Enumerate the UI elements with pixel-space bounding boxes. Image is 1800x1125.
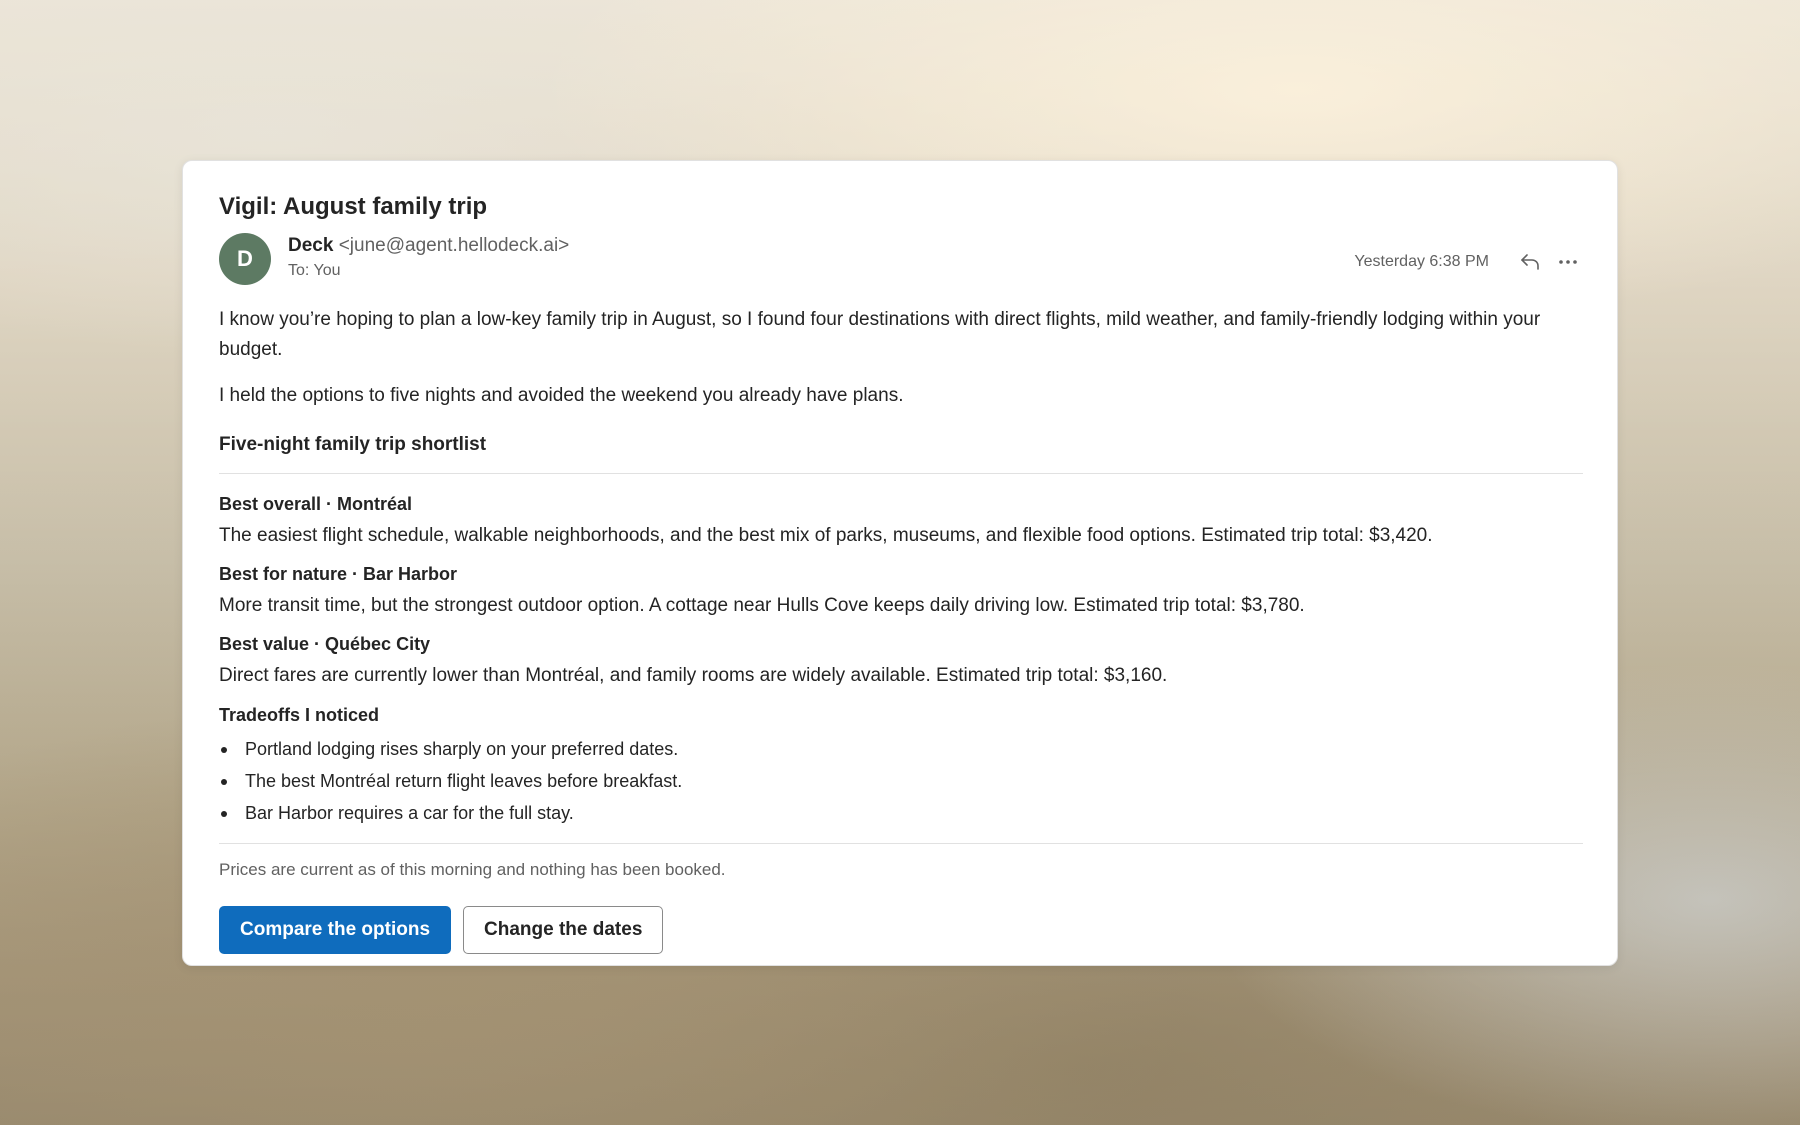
change-dates-button[interactable]: Change the dates — [463, 906, 664, 954]
email-card: Vigil: August family trip D Deck <june@a… — [182, 160, 1618, 966]
recipient-line: To: You — [288, 262, 341, 279]
option-description: Direct fares are currently lower than Mo… — [219, 665, 1168, 686]
option-label: Best for nature · Bar Harbor — [219, 564, 458, 584]
option-label: Best value · Québec City — [219, 634, 431, 654]
shortlist-title: Five-night family trip shortlist — [219, 434, 487, 455]
sender-line: Deck <june@agent.hellodeck.ai> — [288, 233, 569, 259]
divider — [219, 473, 1583, 474]
avatar: D — [219, 233, 271, 285]
option-label: Best overall · Montréal — [219, 494, 413, 514]
more-options-icon[interactable] — [1553, 247, 1583, 277]
list-item: Bar Harbor requires a car for the full s… — [219, 797, 1583, 829]
sender-email: <june@agent.hellodeck.ai> — [338, 235, 570, 256]
list-item: Portland lodging rises sharply on your p… — [219, 733, 1583, 765]
action-buttons: Compare the options Change the dates — [219, 906, 1583, 954]
email-content: Vigil: August family trip D Deck <june@a… — [219, 191, 1583, 954]
list-item: The best Montréal return flight leaves b… — [219, 765, 1583, 797]
option-description: More transit time, but the strongest out… — [219, 595, 1305, 616]
email-meta: Yesterday 6:38 PM — [1354, 247, 1583, 277]
email-header: D Deck <june@agent.hellodeck.ai> To: You… — [219, 233, 1583, 291]
compare-options-button[interactable]: Compare the options — [219, 906, 452, 954]
divider — [219, 843, 1583, 844]
email-subject: Vigil: August family trip — [219, 193, 488, 220]
timestamp: Yesterday 6:38 PM — [1354, 253, 1489, 270]
reply-icon[interactable] — [1515, 247, 1545, 277]
tradeoffs-list: Portland lodging rises sharply on your p… — [219, 733, 1583, 829]
sender-block: Deck <june@agent.hellodeck.ai> To: You — [288, 233, 569, 280]
tradeoffs-title: Tradeoffs I noticed — [219, 705, 380, 725]
intro-paragraph: I know you’re hoping to plan a low-key f… — [219, 309, 1541, 360]
constraints-paragraph: I held the options to five nights and av… — [219, 385, 904, 406]
footer-note: Prices are current as of this morning an… — [219, 860, 726, 879]
sender-name: Deck — [288, 235, 334, 256]
option-description: The easiest flight schedule, walkable ne… — [219, 525, 1433, 546]
